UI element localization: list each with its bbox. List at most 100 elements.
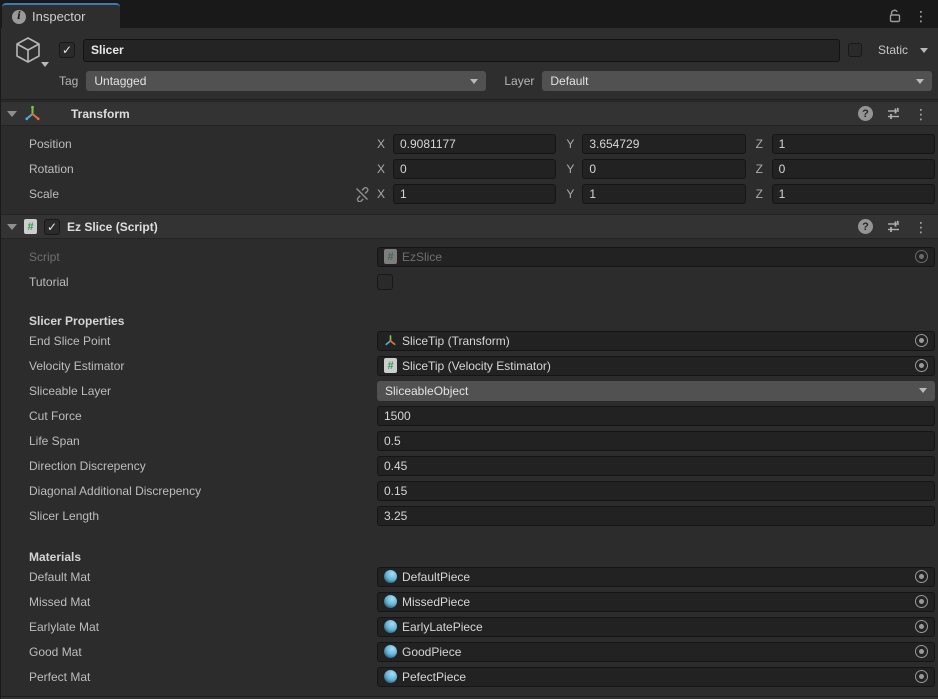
end-slice-point-field[interactable]: SliceTip (Transform): [377, 331, 935, 351]
tag-dropdown[interactable]: Untagged: [86, 71, 486, 91]
axis-z-label: Z: [756, 137, 767, 151]
component-menu-icon[interactable]: ⋮: [914, 107, 928, 121]
end-slice-point-row: End Slice Point SliceTip (Transform): [1, 328, 938, 353]
constrain-proportions-icon[interactable]: [354, 186, 370, 202]
perfect-mat-field[interactable]: PefectPiece: [377, 667, 935, 687]
position-z-field[interactable]: 1: [772, 134, 935, 154]
property-label: Default Mat: [1, 570, 377, 584]
name-field[interactable]: Slicer: [83, 39, 840, 62]
dropdown-caret: [919, 388, 927, 393]
property-label: Direction Discrepency: [1, 459, 377, 473]
object-picker-icon[interactable]: [915, 670, 928, 683]
axis-x-label: X: [377, 137, 388, 151]
default-mat-field[interactable]: DefaultPiece: [377, 567, 935, 587]
script-icon: #: [24, 219, 37, 234]
slicer-length-field[interactable]: 3.25: [377, 506, 935, 526]
property-label: Rotation: [1, 162, 377, 176]
position-x-field[interactable]: 0.9081177: [393, 134, 556, 154]
position-y-field[interactable]: 3.654729: [582, 134, 745, 154]
property-label: Cut Force: [1, 409, 377, 423]
axis-y-label: Y: [566, 162, 577, 176]
window-menu-icon[interactable]: ⋮: [914, 9, 928, 23]
layer-label: Layer: [504, 74, 534, 88]
direction-discrepency-row: Direction Discrepency 0.45: [1, 453, 938, 478]
gameobject-icon[interactable]: [5, 35, 51, 65]
scale-row: Scale X 1 Y 1 Z 1: [1, 181, 938, 206]
object-picker-icon[interactable]: [915, 359, 928, 372]
materials-heading: Materials: [1, 542, 938, 564]
rotation-row: Rotation X 0 Y 0 Z 0: [1, 156, 938, 181]
presets-icon[interactable]: [886, 219, 901, 234]
info-icon: i: [12, 10, 26, 24]
script-object-field[interactable]: # EzSlice: [377, 247, 935, 267]
layer-dropdown[interactable]: Default: [542, 71, 932, 91]
foldout-icon[interactable]: [7, 111, 17, 117]
property-label: Good Mat: [1, 645, 377, 659]
tag-caret: [470, 79, 478, 84]
diagonal-additional-discrepency-field[interactable]: 0.15: [377, 481, 935, 501]
scale-y-field[interactable]: 1: [582, 184, 745, 204]
slicer-properties-heading: Slicer Properties: [1, 306, 938, 328]
life-span-field[interactable]: 0.5: [377, 431, 935, 451]
tab-title: Inspector: [32, 9, 85, 24]
help-icon[interactable]: ?: [858, 219, 873, 234]
object-picker-icon[interactable]: [915, 620, 928, 633]
position-row: Position X 0.9081177 Y 3.654729 Z 1: [1, 131, 938, 156]
property-label: Earlylate Mat: [1, 620, 377, 634]
object-picker-icon[interactable]: [915, 595, 928, 608]
property-label: Velocity Estimator: [1, 359, 377, 373]
diagonal-additional-discrepency-row: Diagonal Additional Discrepency 0.15: [1, 478, 938, 503]
property-label: End Slice Point: [1, 334, 377, 348]
material-icon: [384, 620, 397, 633]
tab-inspector[interactable]: i Inspector: [2, 3, 120, 28]
tutorial-checkbox[interactable]: [377, 274, 393, 290]
transform-icon: [24, 105, 41, 122]
ezslice-enabled-checkbox[interactable]: ✓: [44, 219, 60, 235]
missed-mat-row: Missed Mat MissedPiece: [1, 589, 938, 614]
scale-z-field[interactable]: 1: [772, 184, 935, 204]
default-mat-row: Default Mat DefaultPiece: [1, 564, 938, 589]
object-picker-icon[interactable]: [915, 645, 928, 658]
cut-force-field[interactable]: 1500: [377, 406, 935, 426]
axis-x-label: X: [377, 187, 388, 201]
material-icon: [384, 595, 397, 608]
missed-mat-field[interactable]: MissedPiece: [377, 592, 935, 612]
unlock-icon[interactable]: [888, 9, 902, 23]
ezslice-header[interactable]: # ✓ Ez Slice (Script) ? ⋮: [1, 214, 938, 239]
component-menu-icon[interactable]: ⋮: [914, 220, 928, 234]
sliceable-layer-dropdown[interactable]: SliceableObject: [377, 381, 935, 401]
static-checkbox[interactable]: [848, 43, 862, 57]
presets-icon[interactable]: [886, 106, 901, 121]
rotation-x-field[interactable]: 0: [393, 159, 556, 179]
earlylate-mat-field[interactable]: EarlyLatePiece: [377, 617, 935, 637]
axis-y-label: Y: [566, 187, 577, 201]
static-label: Static: [878, 43, 908, 57]
property-label: Diagonal Additional Discrepency: [1, 484, 377, 498]
good-mat-field[interactable]: GoodPiece: [377, 642, 935, 662]
material-icon: [384, 670, 397, 683]
property-label: Script: [1, 250, 377, 264]
direction-discrepency-field[interactable]: 0.45: [377, 456, 935, 476]
life-span-row: Life Span 0.5: [1, 428, 938, 453]
property-label: Life Span: [1, 434, 377, 448]
object-picker-icon[interactable]: [915, 250, 928, 263]
property-label: Perfect Mat: [1, 670, 377, 684]
static-dropdown-caret[interactable]: [920, 48, 928, 53]
property-label: Tutorial: [1, 275, 377, 289]
ezslice-body: Script # EzSlice Tutorial Slicer Propert…: [1, 239, 938, 696]
property-label: Sliceable Layer: [1, 384, 377, 398]
scale-x-field[interactable]: 1: [393, 184, 556, 204]
rotation-z-field[interactable]: 0: [772, 159, 935, 179]
object-picker-icon[interactable]: [915, 570, 928, 583]
velocity-estimator-field[interactable]: # SliceTip (Velocity Estimator): [377, 356, 935, 376]
foldout-icon[interactable]: [7, 224, 17, 230]
component-title: Transform: [71, 107, 130, 121]
active-checkbox[interactable]: ✓: [59, 42, 75, 58]
object-picker-icon[interactable]: [915, 334, 928, 347]
transform-header[interactable]: Transform ? ⋮: [1, 101, 938, 126]
help-icon[interactable]: ?: [858, 106, 873, 121]
property-label: Position: [1, 137, 377, 151]
rotation-y-field[interactable]: 0: [582, 159, 745, 179]
axis-x-label: X: [377, 162, 388, 176]
layer-caret: [916, 79, 924, 84]
